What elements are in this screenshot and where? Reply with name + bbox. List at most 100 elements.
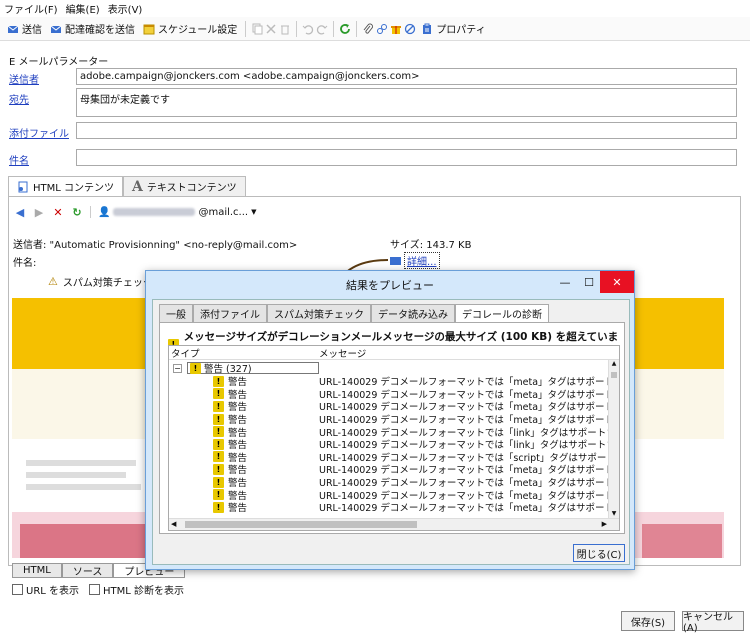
dialog-close-button[interactable]: ✕ [600, 271, 634, 293]
h-scroll-thumb[interactable] [185, 521, 417, 528]
diagnosis-row[interactable]: !警告URL-140029 デコメールフォーマットでは「meta」タグはサポート… [169, 375, 619, 388]
warning-icon: ! [213, 476, 224, 488]
schedule-button[interactable]: スケジュール設定 [140, 19, 240, 38]
user-icon: 👤 [98, 206, 111, 218]
show-html-diag-label: HTML 診断を表示 [103, 586, 185, 597]
diagnosis-row[interactable]: ! 警告 URL-140029 デコメールフォーマットでは「link」タグはサポート… [169, 438, 619, 451]
scroll-left-icon[interactable]: ◀ [171, 520, 176, 528]
menu-view[interactable]: 表示(V) [104, 1, 147, 16]
diagnosis-row[interactable]: !警告URL-140029 デコメールフォーマットでは「meta」タグはサポート… [169, 388, 619, 401]
tab-html-content[interactable]: HTML コンテンツ [8, 176, 124, 196]
send-confirm-icon [50, 25, 62, 33]
diagnosis-row[interactable]: !警告URL-140029 デコメールフォーマットでは「meta」タグはサポート… [169, 463, 619, 476]
cancel-button[interactable]: キャンセル(A) [682, 611, 744, 634]
save-button[interactable]: 保存(S) [621, 611, 675, 631]
dialog-tab-attachments[interactable]: 添付ファイル [193, 304, 267, 322]
dialog-tabs: 一般 添付ファイル スパム対策チェック データ読み込み デコレールの診断 [159, 304, 549, 322]
warning-icon: ! [213, 501, 224, 513]
diagnosis-row[interactable]: ! 警告 URL-140029 デコメールフォーマットでは「script」タグはサポ… [169, 451, 619, 464]
vertical-scrollbar[interactable]: ▲ ▼ [608, 360, 619, 520]
diagnosis-row[interactable]: ! 警告 URL-140029 デコメールフォーマットでは「meta」タグはサポート… [169, 501, 619, 515]
col-type-header[interactable]: タイプ [171, 346, 200, 360]
from-field[interactable]: adobe.campaign@jonckers.com <adobe.campa… [76, 68, 737, 85]
scroll-thumb[interactable] [611, 372, 617, 378]
diagnosis-row[interactable]: !警告URL-140029 デコメールフォーマットでは「meta」タグはサポート… [169, 488, 619, 502]
preview-garbled-text [26, 456, 146, 502]
diagnosis-row[interactable]: ! 警告 URL-140029 デコメールフォーマットでは「link」タグはサポート… [169, 425, 619, 439]
collapse-toggle-icon[interactable]: − [173, 363, 182, 373]
grid-header: タイプ メッセージ [169, 346, 619, 360]
clipboard-icon [423, 23, 432, 34]
toolbar: 送信 配達確認を送信 スケジュール設定 プロパティ [0, 17, 750, 41]
menu-file[interactable]: ファイル(F) [0, 1, 62, 16]
preview-big-heading-right [642, 524, 722, 558]
tab-html-view[interactable]: HTML [12, 563, 62, 578]
send-button[interactable]: 送信 [4, 19, 45, 38]
scroll-right-icon[interactable]: ▶ [602, 520, 607, 528]
dialog-close-btn[interactable]: 閉じる(C) [573, 544, 625, 562]
close-icon[interactable]: ✕ [52, 206, 64, 219]
warning-icon: ⚠ [48, 275, 58, 288]
redo-icon[interactable] [316, 23, 328, 35]
attachments-label[interactable]: 添付ファイル [9, 125, 69, 140]
dialog-tab-spam-check[interactable]: スパム対策チェック [267, 304, 371, 322]
row-type-label: 警告 [228, 503, 248, 515]
details-link[interactable]: 詳細... [404, 252, 440, 269]
to-label[interactable]: 宛先 [9, 91, 29, 106]
show-url-checkbox[interactable]: URL を表示 [12, 582, 79, 597]
warning-icon: ! [213, 426, 224, 438]
tab-text-content[interactable]: A テキストコンテンツ [123, 176, 246, 196]
menu-edit[interactable]: 編集(E) [62, 1, 104, 16]
subject-field[interactable] [76, 149, 737, 166]
menu-bar: ファイル(F) 編集(E) 表示(V) [0, 0, 750, 16]
options-row: URL を表示 HTML 診断を表示 [12, 582, 184, 597]
to-field[interactable]: 母集団が未定義です [76, 88, 737, 117]
dialog-tab-general[interactable]: 一般 [159, 304, 193, 322]
size-line: サイズ: 143.7 KB [390, 240, 472, 251]
send-with-confirm-button[interactable]: 配達確認を送信 [47, 19, 138, 38]
checkbox-box[interactable] [12, 584, 23, 595]
refresh-icon[interactable] [339, 23, 351, 35]
back-arrow-icon[interactable]: ◀ [14, 206, 26, 219]
properties-label: プロパティ [436, 25, 486, 36]
checkbox-box[interactable] [89, 584, 101, 595]
link-icon[interactable] [376, 23, 388, 35]
preview-big-heading-left [20, 524, 150, 558]
dialog-tab-decomail-diagnosis[interactable]: デコレールの診断 [455, 304, 549, 322]
send-label: 送信 [22, 25, 42, 36]
group-label-box: ! 警告 (327) [187, 362, 319, 375]
horizontal-scrollbar[interactable]: ◀ ▶ [169, 518, 619, 530]
delete-icon[interactable] [265, 23, 277, 35]
refresh-icon[interactable]: ↻ [71, 206, 83, 219]
forward-arrow-icon[interactable]: ▶ [33, 206, 45, 219]
toolbar-separator [333, 20, 335, 37]
from-label[interactable]: 送信者 [9, 71, 39, 86]
schedule-label: スケジュール設定 [158, 25, 238, 36]
warning-icon: ! [213, 375, 224, 387]
diagnosis-row[interactable]: !警告URL-140029 デコメールフォーマットでは「meta」タグはサポート… [169, 400, 619, 413]
show-html-diag-checkbox[interactable]: HTML 診断を表示 [89, 582, 184, 597]
subject-label[interactable]: 件名 [9, 152, 29, 167]
message-nav: ◀ ▶ ✕ ↻ 👤 @mail.c... ▼ [14, 206, 257, 219]
attachments-field[interactable] [76, 122, 737, 139]
no-icon[interactable] [404, 23, 416, 35]
col-message-header[interactable]: メッセージ [319, 346, 366, 360]
trash-icon[interactable] [279, 23, 291, 35]
diagnosis-row[interactable]: !警告URL-140029 デコメールフォーマットでは「meta」タグはサポート… [169, 476, 619, 489]
recipient-email-suffix: @mail.c... [198, 206, 249, 218]
undo-icon[interactable] [302, 23, 314, 35]
warning-group-row[interactable]: − ! 警告 (327) [169, 362, 609, 375]
maximize-button[interactable]: ☐ [578, 271, 600, 293]
gift-icon[interactable] [390, 23, 402, 35]
copy-icon[interactable] [251, 23, 263, 35]
row-message: URL-140029 デコメールフォーマットでは「meta」タグはサポートされて… [319, 503, 619, 515]
diagnosis-row[interactable]: !警告URL-140029 デコメールフォーマットでは「meta」タグはサポート… [169, 413, 619, 426]
dialog-tab-data-loading[interactable]: データ読み込み [371, 304, 455, 322]
email-params-section-label: E メールパラメーター [9, 57, 109, 68]
properties-button[interactable]: プロパティ [418, 19, 488, 38]
recipient-selector[interactable]: 👤 @mail.c... ▼ [98, 207, 256, 218]
minimize-button[interactable]: — [554, 271, 576, 293]
paperclip-icon[interactable] [362, 23, 374, 35]
scroll-up-icon[interactable]: ▲ [610, 360, 618, 370]
tab-source-view[interactable]: ソース [61, 563, 114, 578]
